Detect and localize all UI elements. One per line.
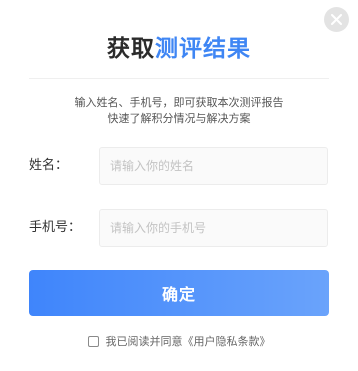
- phone-label: 手机号：: [29, 220, 82, 235]
- dialog-title: 获取测评结果: [0, 33, 358, 65]
- title-part-1: 获取: [107, 36, 155, 62]
- title-part-2: 测评结果: [155, 36, 251, 62]
- name-label: 姓名：: [29, 158, 69, 173]
- agreement-row: 我已阅读并同意《用户隐私条款》: [0, 333, 358, 349]
- divider: [29, 78, 329, 79]
- phone-input[interactable]: [99, 209, 328, 247]
- confirm-button[interactable]: 确定: [29, 270, 329, 316]
- close-button[interactable]: [324, 7, 349, 32]
- name-input[interactable]: [99, 147, 328, 185]
- subtitle-line-2: 快速了解积分情况与解决方案: [107, 112, 251, 125]
- subtitle-line-1: 输入姓名、手机号，即可获取本次测评报告: [74, 96, 284, 109]
- agree-text[interactable]: 我已阅读并同意《用户隐私条款》: [106, 333, 271, 349]
- close-icon: [331, 14, 342, 25]
- agree-checkbox[interactable]: [87, 335, 99, 347]
